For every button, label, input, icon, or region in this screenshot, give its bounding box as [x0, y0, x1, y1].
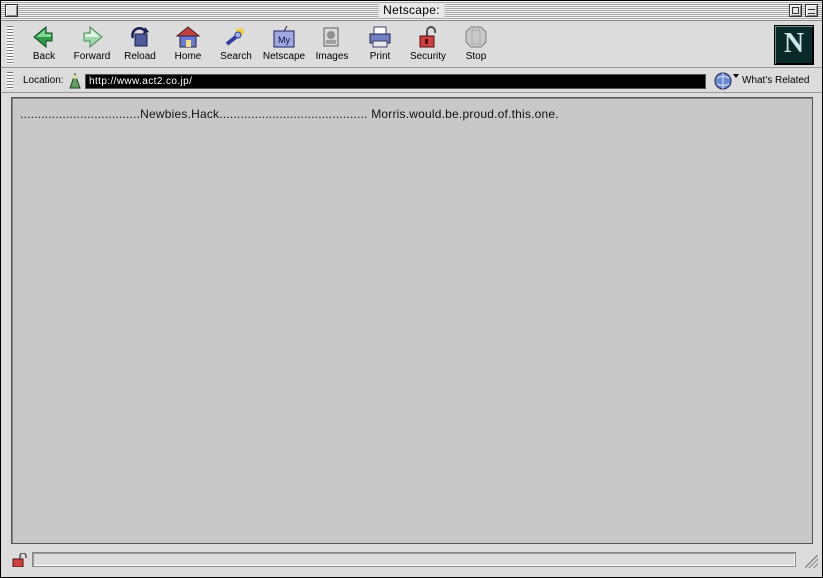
page-text: ..................................Newbie…: [20, 107, 559, 121]
search-label: Search: [220, 51, 252, 62]
search-button[interactable]: Search: [211, 26, 261, 66]
page-proxy-icon[interactable]: [67, 72, 83, 89]
toolbar-collapse-grip[interactable]: [7, 26, 13, 64]
forward-arrow-icon: [83, 26, 103, 48]
netscape-logo-letter: N: [783, 28, 805, 59]
close-box[interactable]: [5, 4, 18, 17]
forward-label: Forward: [73, 51, 111, 62]
security-button[interactable]: Security: [403, 26, 453, 66]
stop-label: Stop: [465, 51, 487, 62]
home-icon: [176, 26, 200, 48]
status-bar: [1, 547, 822, 577]
printer-icon: [369, 26, 391, 48]
url-input[interactable]: http://www.act2.co.jp/: [85, 74, 706, 89]
reload-icon: [131, 27, 149, 47]
stop-icon: [465, 26, 487, 48]
images-label: Images: [315, 51, 349, 62]
window-title: Netscape:: [378, 3, 445, 18]
back-arrow-icon: [33, 26, 53, 48]
location-collapse-grip[interactable]: [7, 72, 13, 89]
location-bar: Location: http://www.act2.co.jp/ What's …: [1, 69, 822, 93]
whats-related-icon[interactable]: [713, 72, 739, 90]
reload-label: Reload: [124, 51, 156, 62]
home-label: Home: [174, 51, 202, 62]
netscape-label: Netscape: [262, 51, 306, 62]
forward-button[interactable]: Forward: [67, 26, 117, 66]
images-button[interactable]: Images: [307, 26, 357, 66]
search-icon: [225, 28, 244, 46]
padlock-icon: [419, 26, 436, 48]
netscape-logo[interactable]: N: [774, 25, 814, 65]
browser-window: Netscape: Back Forward Reload Home Searc…: [0, 0, 823, 578]
security-label: Security: [409, 51, 447, 62]
back-button[interactable]: Back: [19, 26, 69, 66]
print-label: Print: [369, 51, 391, 62]
status-text-field: [32, 552, 796, 567]
whats-related-label[interactable]: What's Related: [742, 75, 810, 86]
my-netscape-icon: My: [273, 26, 295, 48]
title-bar[interactable]: Netscape:: [1, 1, 822, 21]
my-netscape-button[interactable]: My Netscape: [259, 26, 309, 66]
reload-button[interactable]: Reload: [115, 26, 165, 66]
collapse-box[interactable]: [805, 4, 818, 17]
navigation-toolbar: Back Forward Reload Home Search My Netsc…: [1, 22, 822, 68]
zoom-box[interactable]: [789, 4, 802, 17]
images-icon: [323, 27, 339, 47]
svg-text:My: My: [278, 35, 290, 45]
location-label: Location:: [23, 75, 64, 86]
print-button[interactable]: Print: [355, 26, 405, 66]
window-resize-grip[interactable]: [805, 555, 818, 568]
stop-button[interactable]: Stop: [451, 26, 501, 66]
page-content[interactable]: ..................................Newbie…: [11, 97, 813, 544]
back-label: Back: [32, 51, 56, 62]
security-status-icon[interactable]: [11, 553, 27, 567]
home-button[interactable]: Home: [163, 26, 213, 66]
